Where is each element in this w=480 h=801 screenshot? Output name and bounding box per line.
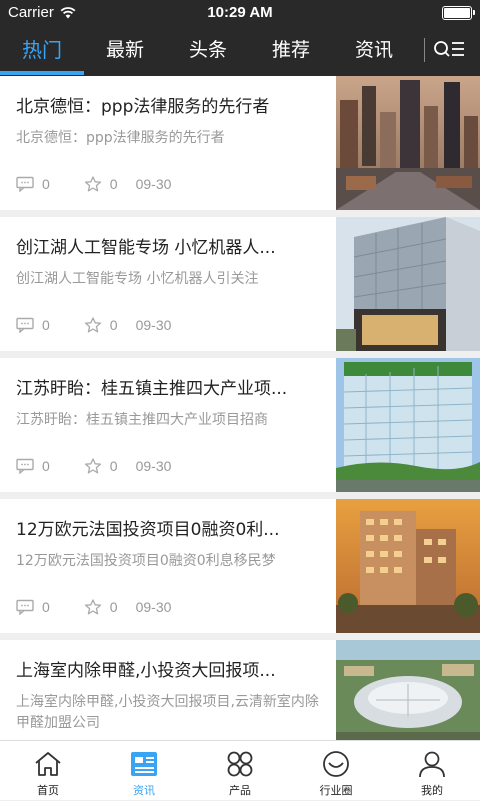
article-thumbnail (336, 217, 480, 351)
like-count: 0 (109, 599, 118, 615)
article-meta: 0 0 09-30 (16, 176, 171, 192)
article-card[interactable]: 江苏盱眙：桂五镇主推四大产业项... 江苏盱眙：桂五镇主推四大产业项目招商 0 … (0, 358, 480, 492)
article-thumbnail (336, 640, 480, 740)
article-date: 09-30 (135, 317, 172, 333)
tab-home[interactable]: 首页 (0, 741, 96, 801)
comment-count: 0 (42, 317, 50, 333)
article-date: 09-30 (135, 599, 172, 615)
comment-icon (16, 458, 34, 474)
tab-products[interactable]: 产品 (192, 741, 288, 801)
smile-icon (323, 751, 349, 777)
article-date: 09-30 (135, 176, 172, 192)
article-title: 江苏盱眙：桂五镇主推四大产业项... (16, 379, 288, 399)
article-meta: 0 0 09-30 (16, 599, 171, 615)
comment-count: 0 (42, 458, 50, 474)
article-summary: 创江湖人工智能专场 小忆机器人引关注 (16, 271, 259, 287)
tab-mine[interactable]: 我的 (384, 741, 480, 801)
tab-hot[interactable]: 热门 (7, 26, 77, 76)
article-card[interactable]: 北京德恒：ppp法律服务的先行者 北京德恒：ppp法律服务的先行者 0 0 09… (0, 76, 480, 210)
star-icon[interactable] (84, 458, 102, 474)
like-count: 0 (109, 176, 118, 192)
article-summary: 江苏盱眙：桂五镇主推四大产业项目招商 (16, 412, 268, 428)
article-card[interactable]: 创江湖人工智能专场 小忆机器人... 创江湖人工智能专场 小忆机器人引关注 0 … (0, 217, 480, 351)
tab-label: 行业圈 (319, 784, 353, 797)
tab-headlines[interactable]: 头条 (173, 26, 243, 76)
article-summary: 上海室内除甲醛,小投资大回报项目,云清新室内除甲醛加盟公司 (16, 694, 319, 731)
star-icon[interactable] (84, 176, 102, 192)
tab-news[interactable]: 资讯 (339, 26, 409, 76)
article-thumbnail (336, 76, 480, 210)
tab-news-bottom[interactable]: 资讯 (96, 741, 192, 801)
battery-icon (442, 6, 475, 20)
comment-count: 0 (42, 599, 50, 615)
news-icon (131, 752, 157, 776)
article-title: 北京德恒：ppp法律服务的先行者 (16, 97, 270, 117)
article-title: 上海室内除甲醛,小投资大回报项... (16, 661, 276, 681)
tab-recommended[interactable]: 推荐 (256, 26, 326, 76)
article-summary: 12万欧元法国投资项目0融资0利息移民梦 (16, 553, 276, 569)
comment-icon (16, 599, 34, 615)
article-thumbnail (336, 499, 480, 633)
tab-label: 产品 (229, 784, 251, 797)
article-feed: 北京德恒：ppp法律服务的先行者 北京德恒：ppp法律服务的先行者 0 0 09… (0, 76, 480, 740)
article-meta: 0 0 09-30 (16, 458, 171, 474)
article-title: 创江湖人工智能专场 小忆机器人... (16, 238, 276, 258)
like-count: 0 (109, 317, 118, 333)
tab-latest[interactable]: 最新 (90, 26, 160, 76)
tab-industry-circle[interactable]: 行业圈 (288, 741, 384, 801)
home-icon (35, 752, 61, 776)
comment-count: 0 (42, 176, 50, 192)
tab-label: 首页 (37, 784, 59, 797)
list-search-icon[interactable] (432, 36, 468, 64)
article-card[interactable]: 12万欧元法国投资项目0融资0利... 12万欧元法国投资项目0融资0利息移民梦… (0, 499, 480, 633)
bottom-tab-bar: 首页 资讯 产品 行业圈 我的 (0, 740, 480, 800)
like-count: 0 (109, 458, 118, 474)
comment-icon (16, 317, 34, 333)
star-icon[interactable] (84, 599, 102, 615)
comment-icon (16, 176, 34, 192)
article-thumbnail (336, 358, 480, 492)
tab-label: 资讯 (133, 784, 155, 797)
grid-icon (227, 751, 253, 777)
tab-label: 我的 (421, 784, 443, 797)
article-date: 09-30 (135, 458, 172, 474)
person-icon (419, 751, 445, 778)
status-bar: Carrier 10:29 AM (0, 0, 480, 26)
nav-divider (424, 38, 425, 62)
star-icon[interactable] (84, 317, 102, 333)
article-summary: 北京德恒：ppp法律服务的先行者 (16, 130, 225, 146)
article-meta: 0 0 09-30 (16, 317, 171, 333)
active-tab-indicator (0, 71, 84, 75)
article-card[interactable]: 上海室内除甲醛,小投资大回报项... 上海室内除甲醛,小投资大回报项目,云清新室… (0, 640, 480, 740)
clock: 10:29 AM (207, 4, 273, 21)
article-title: 12万欧元法国投资项目0融资0利... (16, 520, 280, 540)
